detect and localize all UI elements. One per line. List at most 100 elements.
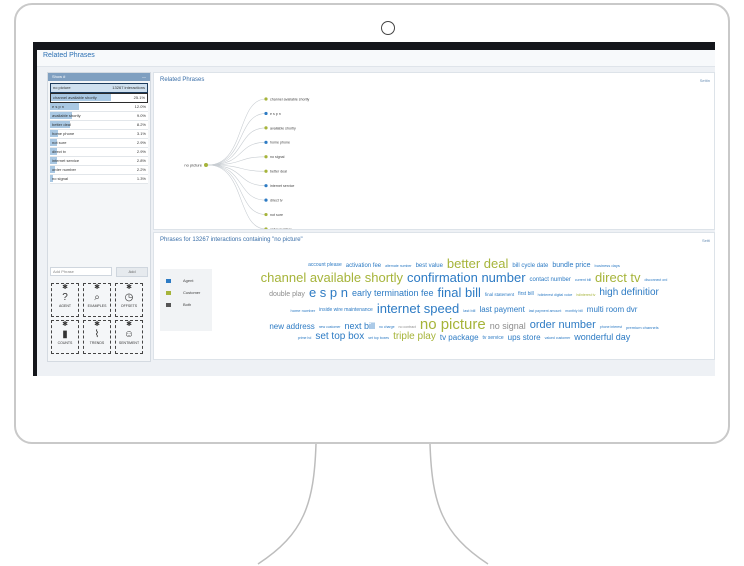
cloud-word[interactable]: best value	[416, 263, 443, 269]
phrase-row[interactable]: no signal 1.3%	[50, 175, 148, 184]
cloud-word[interactable]: prime hd	[298, 337, 312, 341]
cloud-word[interactable]: business days	[595, 264, 620, 268]
add-phrase-row: Add Phrase Add	[50, 267, 148, 277]
cloud-word[interactable]: no charge	[379, 326, 395, 330]
cloud-word[interactable]: high definitior	[599, 288, 658, 298]
offsets-tool-button[interactable]: ✱ ◷ OFFSETS	[115, 283, 143, 317]
phrase-row[interactable]: channel available shortly 25.1%	[50, 93, 148, 103]
cloud-word[interactable]: bundle price	[552, 262, 590, 269]
cloud-word[interactable]: premium channels	[626, 325, 659, 330]
phrase-label: direct tv	[52, 149, 67, 154]
tree-leaf-label: better deal	[270, 170, 287, 174]
agent-tool-label: AGENT	[58, 304, 72, 308]
legend-item[interactable]: Both	[166, 301, 191, 309]
cloud-word[interactable]: activation fee	[346, 263, 381, 269]
tree-leaf-node[interactable]	[264, 184, 268, 188]
cloud-word[interactable]: double play	[269, 291, 305, 298]
legend-item[interactable]: Customer	[166, 289, 200, 297]
phrase-row[interactable]: order number 2.2%	[50, 166, 148, 175]
agent-tool-button[interactable]: ✱? AGENT	[51, 283, 79, 317]
cloud-word[interactable]: better deal	[447, 257, 508, 270]
examples-tool-button[interactable]: ✱ ⌕ EXAMPLES	[83, 283, 111, 317]
cloud-word[interactable]: set top boxes	[368, 337, 389, 341]
phrase-row[interactable]: not sure 2.9%	[50, 139, 148, 148]
cloud-word[interactable]: valued customer	[545, 337, 571, 341]
phrase-row[interactable]: home phone 3.1%	[50, 130, 148, 139]
phrases-card: Phrases for 13267 interactions containin…	[153, 232, 715, 360]
cloud-word[interactable]: order number	[530, 320, 596, 331]
tree-leaf-node[interactable]	[264, 97, 268, 101]
trends-tool-button[interactable]: ✱ ⌇ TRENDS	[83, 320, 111, 354]
cloud-word[interactable]: e s p n	[309, 286, 348, 299]
cloud-word[interactable]: final bill	[438, 286, 481, 299]
main-area: Related Phrases Settin no picture channel…	[153, 72, 715, 360]
cloud-word[interactable]: tv service	[483, 336, 504, 341]
cloud-word[interactable]: current bill	[575, 278, 591, 283]
cloud-word[interactable]: triple play	[393, 332, 436, 342]
cloud-word[interactable]: early termination fee	[352, 289, 434, 298]
phrases-body: Agent Customer Both account please activati…	[154, 247, 714, 359]
tree-leaf-node[interactable]	[264, 169, 268, 173]
cloud-word[interactable]: internet speed	[377, 302, 459, 315]
tree-leaf-node[interactable]	[264, 126, 268, 130]
cloud-word[interactable]: ups store	[508, 333, 541, 342]
speaker-legend: Agent Customer Both	[160, 269, 212, 331]
tree-leaf-node[interactable]	[264, 140, 268, 144]
tree-leaf-node[interactable]	[264, 212, 268, 217]
cloud-word[interactable]: no signal	[490, 321, 526, 331]
cloud-word[interactable]: final statement	[485, 292, 514, 298]
add-phrase-input[interactable]: Add Phrase	[50, 267, 112, 276]
phrase-row[interactable]: internet service 2.8%	[50, 157, 148, 166]
cloud-word[interactable]: direct tv	[595, 271, 641, 284]
agent-icon: ?	[62, 292, 68, 303]
cloud-word[interactable]: account please	[308, 263, 342, 268]
phrases-settings-link[interactable]: Setti	[702, 238, 710, 243]
pin-icon: ✱	[94, 321, 100, 328]
cloud-word[interactable]: channel available shortly	[261, 271, 403, 284]
cloud-word[interactable]: phone interest	[600, 326, 622, 330]
cloud-word[interactable]: bill cycle date	[512, 263, 548, 269]
cloud-word[interactable]: multi room dvr	[587, 306, 638, 314]
cloud-word[interactable]: disconnect ord	[645, 278, 668, 283]
cloud-word[interactable]: last bill	[463, 309, 475, 313]
cloud-word[interactable]: next bill	[344, 321, 375, 331]
phrase-row[interactable]: e s p n 12.0%	[50, 103, 148, 112]
phrase-row[interactable]: better deal 8.2%	[50, 121, 148, 130]
cloud-word[interactable]: first bill	[518, 292, 534, 297]
selected-phrase-row[interactable]: no picture 13267 interactions	[50, 83, 148, 93]
cloud-word[interactable]: confirmation number	[407, 271, 526, 284]
cloud-word[interactable]: alternate number	[385, 264, 411, 269]
cloud-word[interactable]: set top box	[315, 332, 364, 342]
tree-root-node[interactable]	[204, 163, 208, 167]
add-phrase-button[interactable]: Add	[116, 267, 148, 277]
cloud-word[interactable]: new address	[269, 322, 314, 331]
collapse-icon[interactable]: —	[142, 73, 146, 81]
cloud-word[interactable]: home number	[291, 309, 316, 313]
camera-icon	[381, 21, 395, 35]
tree-leaf-label: channel available shortly	[270, 97, 310, 101]
cloud-word[interactable]: wonderful day	[574, 332, 630, 342]
word-cloud: account please activation fee alternate nu…	[214, 257, 714, 347]
cloud-word[interactable]: no contract	[399, 326, 416, 330]
tree-leaf-label: not sure	[270, 213, 283, 217]
title-bar: Related Phrases	[37, 50, 715, 67]
sentiment-tool-button[interactable]: ✱ ☺ SENTIMENT	[115, 320, 143, 354]
cloud-word[interactable]: no picture	[420, 317, 486, 332]
cloud-word[interactable]: monthly bill	[565, 309, 583, 314]
cloud-word[interactable]: last payment	[479, 306, 524, 314]
phrase-row[interactable]: direct tv 2.9%	[50, 148, 148, 157]
cloud-word[interactable]: hdinterest digital voice	[538, 293, 573, 298]
phrase-row[interactable]: available shortly 9.0%	[50, 112, 148, 121]
tree-leaf-node[interactable]	[264, 155, 268, 159]
cloud-word[interactable]: contact number	[530, 277, 571, 283]
tree-leaf-node[interactable]	[264, 111, 268, 116]
counts-tool-button[interactable]: ✱ ▮ COUNTS	[51, 320, 79, 354]
cloud-word[interactable]: hdinterest tv	[576, 293, 595, 298]
tree-leaf-node[interactable]	[264, 198, 268, 202]
cloud-word[interactable]: new customer	[319, 326, 341, 330]
tree-leaf-node[interactable]	[264, 227, 268, 229]
legend-item[interactable]: Agent	[166, 277, 193, 285]
cloud-word[interactable]: last payment amount	[529, 309, 562, 314]
cloud-word[interactable]: inside wire maintenance	[319, 308, 373, 313]
cloud-word[interactable]: tv package	[440, 333, 479, 342]
